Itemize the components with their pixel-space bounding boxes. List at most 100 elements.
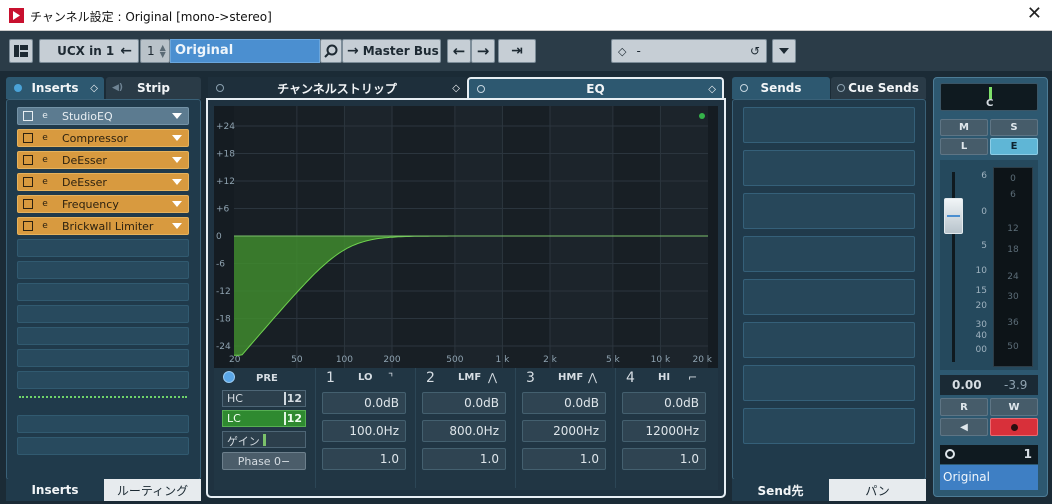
chevron-down-icon[interactable] [172,113,182,119]
insert-slot[interactable]: e Frequency [17,195,189,213]
tab-send-dest[interactable]: Send先 [732,479,829,501]
input-routing-button[interactable]: UCX in 1 ← [39,39,139,63]
chevron-down-icon[interactable] [172,201,182,207]
write-button[interactable]: W [990,398,1038,416]
mute-button[interactable]: M [940,119,988,136]
power-icon[interactable] [837,84,845,92]
send-slot[interactable] [743,408,915,444]
band-gain[interactable]: 0.0dB [522,392,606,414]
send-slot[interactable] [743,365,915,401]
chevron-down-icon[interactable] [172,179,182,185]
listen-button[interactable]: L [940,138,988,155]
band-frequency[interactable]: 800.0Hz [422,420,506,442]
monitor-button[interactable]: ◀ [940,418,988,436]
insert-slot[interactable]: e DeEsser [17,173,189,191]
solo-button[interactable]: S [990,119,1038,136]
tab-pan[interactable]: パン [829,479,926,501]
layout-toggle-button[interactable] [9,39,33,63]
insert-slot-empty[interactable] [17,305,189,323]
output-routing-button[interactable]: → Master Bus [342,39,441,63]
bypass-icon[interactable] [23,221,33,231]
send-slot[interactable] [743,322,915,358]
channel-number-field[interactable]: 1 ▲ ▼ [140,39,170,63]
next-channel-button[interactable]: → [471,39,495,63]
send-slot[interactable] [743,193,915,229]
reset-icon[interactable]: ↺ [750,44,760,58]
send-slot[interactable] [743,150,915,186]
hc-slope[interactable]: 12 [283,392,302,405]
tab-sends[interactable]: Sends [732,77,830,99]
chevron-down-icon[interactable] [172,157,182,163]
channel-name-label[interactable]: Original [940,465,1038,490]
insert-slot-empty[interactable] [17,239,189,257]
insert-slot[interactable]: e Compressor [17,129,189,147]
send-slot[interactable] [743,236,915,272]
insert-slot-empty[interactable] [17,349,189,367]
record-button[interactable] [990,418,1038,436]
band-frequency[interactable]: 100.0Hz [322,420,406,442]
insert-slot[interactable]: e DeEsser [17,151,189,169]
filter-shape-icon[interactable]: ⌝ [388,371,393,384]
eq-curve-display[interactable]: +24 +18 +12 +6 0 -6 -12 -18 -24 20 50 100 200 500 1 k 2… [214,106,718,368]
insert-slot-empty[interactable] [17,327,189,345]
send-slot[interactable] [743,279,915,315]
channel-name-field[interactable]: Original [170,39,320,63]
insert-slot-empty[interactable] [17,283,189,301]
edit-icon[interactable]: e [40,133,50,143]
gain-slider[interactable]: ゲイン [222,431,306,448]
preset-menu-button[interactable] [772,39,796,63]
follow-selection-button[interactable]: ⇥ [498,39,536,63]
tab-eq[interactable]: EQ ◇ [467,77,724,99]
tab-routing[interactable]: ルーティング [104,479,201,501]
channel-color-icon[interactable] [945,449,955,459]
phase-button[interactable]: Phase 0− [222,452,306,470]
bypass-icon[interactable] [23,177,33,187]
band-q[interactable]: 1.0 [422,448,506,470]
filter-shape-icon[interactable]: ⋀ [488,371,497,384]
previous-channel-button[interactable]: ← [447,39,471,63]
chevron-down-icon[interactable] [172,223,182,229]
power-icon[interactable] [14,84,22,92]
bypass-icon[interactable] [23,199,33,209]
lc-slope[interactable]: 12 [283,412,302,425]
insert-slot-empty[interactable] [17,393,189,411]
close-icon[interactable]: ✕ [1027,4,1042,24]
power-icon[interactable] [216,84,224,92]
edit-icon[interactable]: e [40,111,50,121]
filter-shape-icon[interactable]: ⋀ [588,371,597,384]
insert-slot[interactable]: e Brickwall Limiter [17,217,189,235]
bypass-icon[interactable] [23,111,33,121]
edit-icon[interactable]: e [40,199,50,209]
insert-slot[interactable]: e StudioEQ [17,107,189,125]
tab-cue-sends[interactable]: Cue Sends [831,77,926,99]
volume-readout[interactable]: 0.00 -3.9 [940,375,1038,395]
spinner-icon[interactable]: ▲ ▼ [160,44,166,59]
insert-slot-empty[interactable] [17,415,189,433]
band-q[interactable]: 1.0 [622,448,706,470]
filter-shape-icon[interactable]: ⌐ [688,371,697,384]
bypass-icon[interactable] [23,155,33,165]
band-q[interactable]: 1.0 [322,448,406,470]
tab-strip[interactable]: ◀) Strip [106,77,201,99]
lc-button[interactable]: LC 12 [222,410,306,427]
band-frequency[interactable]: 12000Hz [622,420,706,442]
send-slot[interactable] [743,107,915,143]
bypass-icon[interactable] [23,133,33,143]
band-frequency[interactable]: 2000Hz [522,420,606,442]
pre-power-icon[interactable] [223,371,235,383]
edit-icon[interactable]: e [40,177,50,187]
preset-field[interactable]: ◇ - ↺ [611,39,767,63]
volume-fader-handle[interactable] [944,198,963,234]
insert-slot-empty[interactable] [17,371,189,389]
edit-icon[interactable]: e [40,155,50,165]
gain-slider-handle[interactable] [263,434,266,446]
tab-inserts-bottom[interactable]: Inserts [6,479,104,501]
read-button[interactable]: R [940,398,988,416]
insert-slot-empty[interactable] [17,437,189,455]
search-button[interactable] [320,39,342,63]
band-gain[interactable]: 0.0dB [622,392,706,414]
edit-button[interactable]: E [990,138,1038,155]
power-icon[interactable] [740,84,748,92]
band-gain[interactable]: 0.0dB [322,392,406,414]
edit-icon[interactable]: e [40,221,50,231]
